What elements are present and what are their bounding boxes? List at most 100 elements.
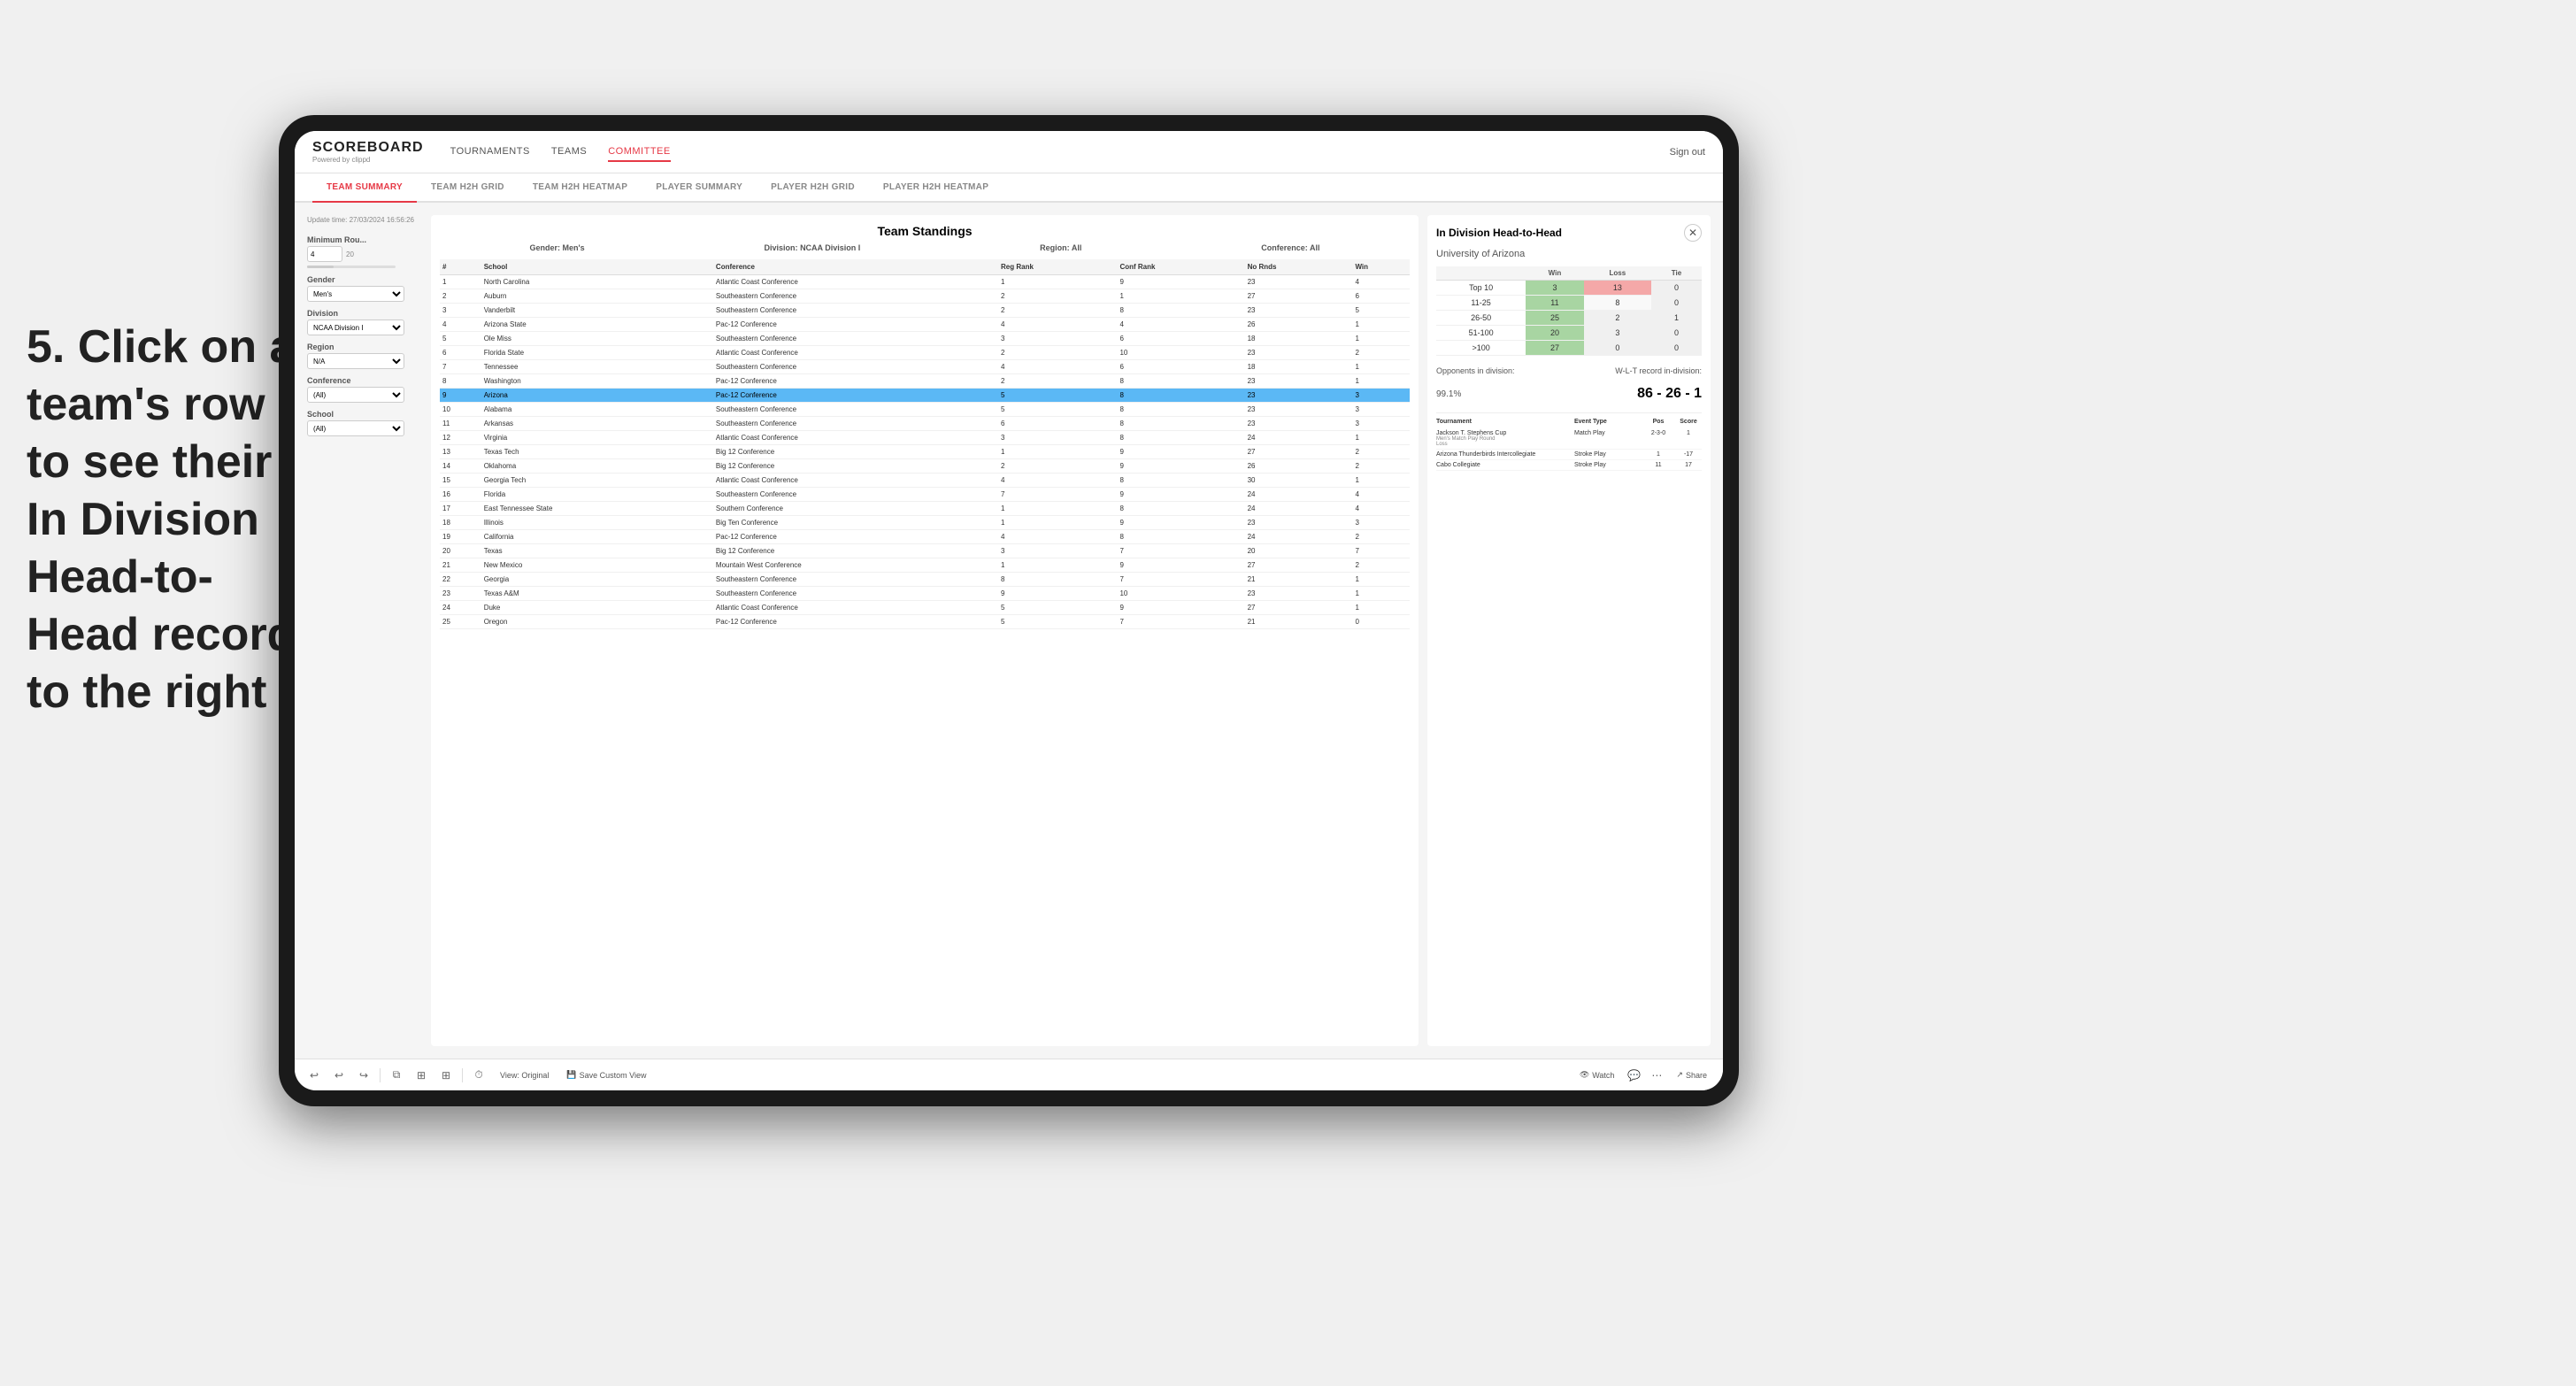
subnav-player-h2h-grid[interactable]: PLAYER H2H GRID [757,173,869,203]
forward-icon[interactable]: ↪ [355,1066,373,1084]
cell-school: Texas [481,544,713,558]
table-row[interactable]: 4 Arizona State Pac-12 Conference 4 4 26… [440,318,1410,332]
table-row[interactable]: 25 Oregon Pac-12 Conference 5 7 21 0 [440,615,1410,629]
subnav-team-h2h-heatmap[interactable]: TEAM H2H HEATMAP [519,173,642,203]
cell-reg-rank: 5 [998,389,1117,403]
cell-win: 2 [1352,530,1410,544]
table-row[interactable]: 2 Auburn Southeastern Conference 2 1 27 … [440,289,1410,304]
tournament-row[interactable]: Cabo Collegiate Stroke Play 11 17 [1436,460,1702,471]
paste-icon[interactable]: ⊞ [412,1066,430,1084]
table-row[interactable]: 21 New Mexico Mountain West Conference 1… [440,558,1410,573]
filter-division-select[interactable]: NCAA Division I [307,320,404,335]
cell-school: Georgia [481,573,713,587]
filter-min-rounds-input[interactable] [307,246,342,262]
share-btn[interactable]: ↗ Share [1671,1067,1712,1082]
tournament-event-type: Stroke Play [1574,451,1642,458]
table-row[interactable]: 10 Alabama Southeastern Conference 5 8 2… [440,403,1410,417]
nav-committee[interactable]: COMMITTEE [608,142,671,162]
cell-conf-rank: 8 [1117,304,1244,318]
filter-gender-select[interactable]: Men's [307,286,404,302]
table-row[interactable]: 3 Vanderbilt Southeastern Conference 2 8… [440,304,1410,318]
th-score: Score [1675,419,1702,425]
table-row[interactable]: 23 Texas A&M Southeastern Conference 9 1… [440,587,1410,601]
cell-conference: Big 12 Conference [713,544,998,558]
filter-gender-label: Gender [307,275,422,284]
th-event-type: Event Type [1574,419,1642,425]
filter-region-select[interactable]: N/A [307,353,404,369]
h2h-record: 86 - 26 - 1 [1637,386,1702,402]
tournament-row[interactable]: Jackson T. Stephens Cup Men's Match Play… [1436,428,1702,450]
copy-icon[interactable]: ⧉ [388,1066,405,1084]
table-row[interactable]: 22 Georgia Southeastern Conference 8 7 2… [440,573,1410,587]
save-custom-view-btn[interactable]: 💾 Save Custom View [561,1067,651,1082]
table-row[interactable]: 16 Florida Southeastern Conference 7 9 2… [440,488,1410,502]
watch-btn[interactable]: 👁 Watch [1574,1067,1620,1082]
table-row[interactable]: 5 Ole Miss Southeastern Conference 3 6 1… [440,332,1410,346]
grid-icon[interactable]: ⊞ [437,1066,455,1084]
col-rnds: No Rnds [1245,259,1353,275]
slider-fill [307,266,334,268]
table-row[interactable]: 24 Duke Atlantic Coast Conference 5 9 27… [440,601,1410,615]
table-row[interactable]: 18 Illinois Big Ten Conference 1 9 23 3 [440,516,1410,530]
tournament-row[interactable]: Arizona Thunderbirds Intercollegiate Str… [1436,450,1702,460]
cell-rnds: 23 [1245,275,1353,289]
cell-school: Washington [481,374,713,389]
table-row[interactable]: 9 Arizona Pac-12 Conference 5 8 23 3 [440,389,1410,403]
table-row[interactable]: 14 Oklahoma Big 12 Conference 2 9 26 2 [440,459,1410,474]
cell-rank: 7 [440,360,481,374]
standings-table-wrapper[interactable]: # School Conference Reg Rank Conf Rank N… [440,259,1410,1037]
filter-conference-select[interactable]: (All) [307,387,404,403]
cell-win: 5 [1352,304,1410,318]
cell-conf-rank: 6 [1117,360,1244,374]
sign-out-link[interactable]: Sign out [1670,147,1705,158]
table-row[interactable]: 12 Virginia Atlantic Coast Conference 3 … [440,431,1410,445]
subnav-player-summary[interactable]: PLAYER SUMMARY [642,173,757,203]
cell-conference: Pac-12 Conference [713,615,998,629]
more-icon[interactable]: ⋯ [1648,1066,1665,1084]
undo-icon[interactable]: ↩ [305,1066,323,1084]
h2h-tie-cell: 0 [1651,341,1702,356]
clock-icon[interactable]: ⏱ [470,1066,488,1084]
cell-conference: Southeastern Conference [713,332,998,346]
chat-icon[interactable]: 💬 [1625,1066,1642,1084]
table-row[interactable]: 8 Washington Pac-12 Conference 2 8 23 1 [440,374,1410,389]
cell-reg-rank: 8 [998,573,1117,587]
tournament-event-type: Stroke Play [1574,462,1642,468]
cell-win: 1 [1352,318,1410,332]
subnav-player-h2h-heatmap[interactable]: PLAYER H2H HEATMAP [869,173,1003,203]
nav-tournaments[interactable]: TOURNAMENTS [450,142,530,162]
filter-conference: Conference (All) [307,376,422,403]
cell-conf-rank: 8 [1117,530,1244,544]
cell-rnds: 20 [1245,544,1353,558]
table-row[interactable]: 1 North Carolina Atlantic Coast Conferen… [440,275,1410,289]
table-row[interactable]: 6 Florida State Atlantic Coast Conferenc… [440,346,1410,360]
table-row[interactable]: 20 Texas Big 12 Conference 3 7 20 7 [440,544,1410,558]
cell-rank: 20 [440,544,481,558]
table-row[interactable]: 7 Tennessee Southeastern Conference 4 6 … [440,360,1410,374]
cell-rnds: 24 [1245,502,1353,516]
h2h-close-button[interactable]: ✕ [1684,224,1702,242]
cell-rank: 22 [440,573,481,587]
cell-conf-rank: 9 [1117,445,1244,459]
slider-track[interactable] [307,266,396,268]
subnav-team-summary[interactable]: TEAM SUMMARY [312,173,417,203]
cell-conf-rank: 9 [1117,488,1244,502]
cell-conference: Southeastern Conference [713,488,998,502]
h2h-loss-cell: 13 [1584,281,1651,296]
redo-icon[interactable]: ↩ [330,1066,348,1084]
h2h-col-win: Win [1526,266,1583,281]
filter-school-select[interactable]: (All) [307,420,404,436]
table-row[interactable]: 19 California Pac-12 Conference 4 8 24 2 [440,530,1410,544]
view-original-btn[interactable]: View: Original [495,1068,554,1082]
cell-reg-rank: 4 [998,360,1117,374]
table-row[interactable]: 15 Georgia Tech Atlantic Coast Conferenc… [440,474,1410,488]
cell-conference: Southeastern Conference [713,360,998,374]
nav-teams[interactable]: TEAMS [551,142,587,162]
cell-reg-rank: 3 [998,544,1117,558]
table-row[interactable]: 17 East Tennessee State Southern Confere… [440,502,1410,516]
cell-conference: Pac-12 Conference [713,374,998,389]
table-row[interactable]: 13 Texas Tech Big 12 Conference 1 9 27 2 [440,445,1410,459]
cell-school: Virginia [481,431,713,445]
subnav-team-h2h-grid[interactable]: TEAM H2H GRID [417,173,519,203]
table-row[interactable]: 11 Arkansas Southeastern Conference 6 8 … [440,417,1410,431]
